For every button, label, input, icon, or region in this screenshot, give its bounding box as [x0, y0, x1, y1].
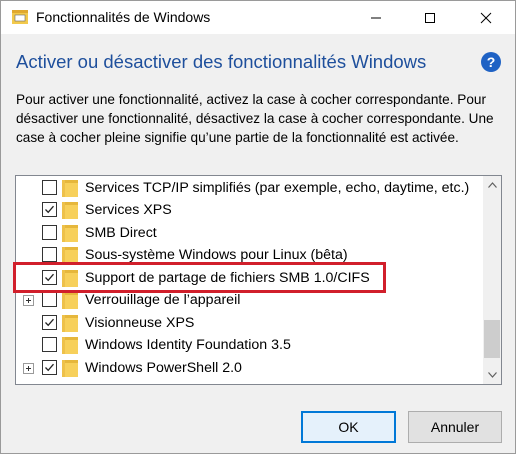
scroll-up-arrow[interactable]: [483, 176, 501, 194]
feature-checkbox[interactable]: [42, 224, 57, 240]
feature-row[interactable]: Windows Identity Foundation 3.5: [16, 334, 483, 357]
minimize-button[interactable]: [353, 1, 399, 34]
expand-plus-icon[interactable]: [23, 295, 34, 306]
checkmark-icon: [45, 363, 54, 371]
chevron-down-icon: [487, 372, 497, 378]
feature-row[interactable]: Services XPS: [16, 199, 483, 222]
folder-icon: [62, 291, 78, 309]
window-title: Fonctionnalités de Windows: [36, 9, 211, 25]
feature-checkbox[interactable]: [42, 359, 57, 375]
expand-plus-icon[interactable]: [23, 362, 34, 374]
dialog-heading: Activer ou désactiver des fonctionnalité…: [16, 51, 427, 72]
folder-icon: [62, 224, 78, 242]
feature-checkbox[interactable]: [42, 179, 57, 195]
cancel-button[interactable]: Annuler: [408, 411, 502, 443]
checkmark-icon: [45, 205, 54, 214]
vertical-scrollbar[interactable]: [483, 176, 501, 384]
feature-label: Visionneuse XPS: [85, 314, 195, 331]
feature-checkbox[interactable]: [42, 202, 57, 217]
feature-label: Services XPS: [85, 202, 172, 218]
feature-label: SMB Direct: [85, 224, 157, 241]
feature-row[interactable]: SMB Direct: [16, 222, 483, 245]
close-icon: [480, 12, 492, 23]
folder-icon: [62, 336, 78, 354]
title-bar: Fonctionnalités de Windows: [1, 1, 515, 34]
minimize-icon: [371, 17, 381, 18]
feature-checkbox[interactable]: [42, 337, 57, 352]
folder-icon: [62, 179, 78, 197]
help-icon[interactable]: ?: [481, 52, 501, 72]
windows-features-icon: [12, 10, 28, 24]
close-button[interactable]: [463, 1, 509, 34]
feature-checkbox[interactable]: [42, 247, 57, 262]
feature-label: Windows PowerShell 2.0: [85, 359, 242, 376]
feature-checkbox[interactable]: [42, 292, 57, 307]
folder-icon: [62, 314, 78, 332]
scrollbar-thumb[interactable]: [484, 320, 500, 358]
feature-row[interactable]: Visionneuse XPS: [16, 312, 483, 335]
ok-button[interactable]: OK: [301, 411, 396, 443]
checkmark-icon: [45, 318, 54, 326]
feature-label: Services TCP/IP simplifiés (par exemple,…: [85, 179, 470, 196]
dialog-description: Pour activer une fonctionnalité, activez…: [16, 92, 494, 145]
chevron-up-icon: [487, 182, 497, 188]
feature-label: Verrouillage de l’appareil: [85, 292, 241, 308]
features-dialog: Fonctionnalités de Windows Activer ou dé…: [0, 0, 516, 454]
folder-icon: [62, 359, 78, 377]
maximize-button[interactable]: [407, 1, 453, 34]
feature-label: Windows Identity Foundation 3.5: [85, 337, 291, 353]
scroll-down-arrow[interactable]: [483, 366, 501, 384]
maximize-icon: [425, 12, 435, 23]
annotation-highlight-box: [13, 262, 386, 293]
feature-row[interactable]: Services TCP/IP simplifiés (par exemple,…: [16, 177, 483, 200]
feature-row[interactable]: Windows PowerShell 2.0: [16, 357, 483, 380]
folder-icon: [62, 201, 78, 219]
feature-checkbox[interactable]: [42, 314, 57, 330]
